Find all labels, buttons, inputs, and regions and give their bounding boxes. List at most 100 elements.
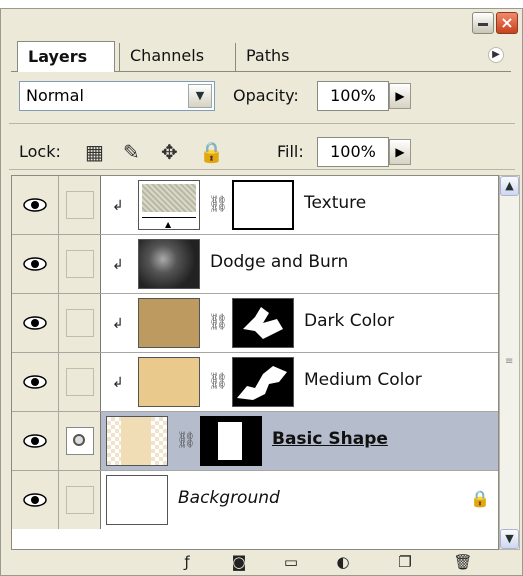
eye-icon — [23, 198, 47, 212]
layer-name[interactable]: Medium Color — [304, 370, 422, 390]
blend-mode-value: Normal — [26, 86, 84, 105]
adjustment-thumbnail[interactable]: ▲ — [138, 180, 200, 230]
link-box — [66, 309, 94, 337]
eye-icon — [23, 257, 47, 271]
shape-fill — [121, 417, 151, 465]
visibility-toggle[interactable] — [12, 235, 59, 293]
levels-triangle-icon: ▲ — [165, 220, 172, 229]
color-fill-thumbnail[interactable] — [138, 298, 200, 348]
adjustment-layer-icon[interactable]: ◐ — [333, 553, 353, 571]
visibility-toggle[interactable] — [12, 353, 59, 411]
blend-row: Normal ▼ Opacity: 100% ▶ — [1, 81, 522, 117]
layer-name[interactable]: Dark Color — [304, 311, 394, 331]
lock-pixels-brush-icon[interactable]: ✎ — [123, 140, 140, 164]
new-layer-icon[interactable]: ❐ — [395, 553, 415, 571]
layer-thumbnail[interactable] — [106, 475, 168, 525]
link-box — [66, 486, 94, 514]
mask-thumbnail[interactable] — [232, 298, 294, 348]
layer-locked-padlock-icon: 🔒 — [470, 489, 490, 508]
visibility-toggle[interactable] — [12, 176, 59, 234]
chain-link-icon[interactable]: ⛓ — [176, 430, 196, 449]
eye-icon — [23, 375, 47, 389]
tab-channels[interactable]: Channels — [119, 43, 231, 71]
fill-input[interactable]: 100% — [317, 137, 389, 167]
panel-titlebar: × — [1, 9, 522, 35]
mask-thumbnail[interactable] — [200, 416, 262, 466]
layer-row-texture[interactable]: ↲ ▲ ⛓ Texture — [12, 176, 498, 235]
lock-transparency-icon[interactable]: ▦ — [85, 140, 104, 164]
opacity-input[interactable]: 100% — [317, 81, 389, 111]
clipping-arrow-icon: ↲ — [112, 375, 124, 391]
layer-name[interactable]: Background — [178, 488, 280, 508]
layer-thumbnail[interactable] — [106, 416, 168, 466]
link-box — [66, 191, 94, 219]
clipping-arrow-icon: ↲ — [112, 316, 124, 332]
layer-name[interactable]: Dodge and Burn — [210, 252, 348, 272]
chevron-down-icon[interactable]: ▼ — [188, 84, 212, 108]
divider — [9, 123, 515, 124]
mask-thumbnail[interactable] — [232, 357, 294, 407]
tab-layers[interactable]: Layers — [17, 41, 115, 72]
layer-row-dodge-and-burn[interactable]: ↲ Dodge and Burn — [12, 235, 498, 294]
link-toggle[interactable] — [59, 176, 101, 234]
divider — [9, 169, 515, 170]
eye-icon — [23, 316, 47, 330]
lock-all-padlock-icon[interactable]: 🔒 — [199, 140, 224, 164]
opacity-slider-arrow-icon[interactable]: ▶ — [389, 83, 411, 109]
layer-row-dark-color[interactable]: ↲ ⛓ Dark Color — [12, 294, 498, 353]
mask-shape — [218, 422, 242, 460]
trash-icon[interactable]: 🗑 — [453, 553, 473, 571]
layers-list: ↲ ▲ ⛓ Texture ↲ Dodge and Burn ↲ ⛓ Dark … — [11, 175, 499, 550]
new-group-icon[interactable]: ▭ — [281, 553, 301, 571]
lock-position-move-icon[interactable]: ✥ — [161, 140, 178, 164]
visibility-toggle[interactable] — [12, 412, 59, 470]
panel-bottom-toolbar: ƒ ◙ ▭ ◐ ❐ 🗑 — [1, 550, 522, 575]
close-button[interactable]: × — [496, 12, 518, 34]
link-toggle[interactable] — [59, 353, 101, 411]
layer-row-basic-shape[interactable]: ⛓ Basic Shape — [12, 412, 498, 471]
layer-name[interactable]: Basic Shape — [272, 429, 388, 449]
panel-tabs: Layers Channels Paths — [11, 41, 511, 72]
eye-icon — [23, 434, 47, 448]
scroll-up-chevron-icon[interactable]: ▲ — [500, 176, 519, 196]
clipping-arrow-icon: ↲ — [112, 257, 124, 273]
chain-link-icon[interactable]: ⛓ — [208, 312, 228, 331]
layer-row-background[interactable]: Background 🔒 — [12, 471, 498, 530]
mask-shape — [243, 307, 283, 339]
chain-link-icon[interactable]: ⛓ — [208, 371, 228, 390]
layer-name[interactable]: Texture — [304, 193, 366, 213]
layer-thumbnail[interactable] — [138, 239, 200, 289]
layers-scrollbar[interactable]: ▲ ≡ ▼ — [499, 175, 520, 550]
link-toggle[interactable] — [59, 235, 101, 293]
mask-shape — [237, 366, 287, 400]
minimize-button[interactable] — [472, 12, 494, 34]
fill-slider-arrow-icon[interactable]: ▶ — [389, 139, 411, 165]
add-mask-icon[interactable]: ◙ — [229, 553, 249, 571]
layers-panel: × Layers Channels Paths ▶ Normal ▼ Opaci… — [0, 8, 523, 576]
layer-style-icon[interactable]: ƒ — [177, 553, 197, 571]
link-box — [66, 368, 94, 396]
visibility-toggle[interactable] — [12, 471, 59, 529]
texture-swatch — [142, 184, 196, 212]
link-box — [66, 250, 94, 278]
clipping-arrow-icon: ↲ — [112, 198, 124, 214]
chain-link-icon[interactable]: ⛓ — [208, 194, 228, 213]
eye-icon — [23, 493, 47, 507]
scroll-down-chevron-icon[interactable]: ▼ — [500, 529, 519, 549]
levels-line — [142, 217, 196, 218]
layer-row-medium-color[interactable]: ↲ ⛓ Medium Color — [12, 353, 498, 412]
link-toggle[interactable] — [59, 294, 101, 352]
blend-mode-select[interactable]: Normal ▼ — [19, 81, 215, 111]
color-fill-thumbnail[interactable] — [138, 357, 200, 407]
fill-label: Fill: — [277, 142, 304, 161]
panel-menu-arrow-icon[interactable]: ▶ — [488, 47, 504, 63]
scrollbar-grip-icon[interactable]: ≡ — [505, 356, 513, 367]
layer-mask-indicator-icon — [66, 427, 94, 455]
link-toggle[interactable] — [59, 471, 101, 529]
visibility-toggle[interactable] — [12, 294, 59, 352]
link-toggle[interactable] — [59, 412, 101, 470]
mask-thumbnail[interactable] — [232, 180, 294, 230]
lock-label: Lock: — [19, 142, 61, 161]
tab-paths[interactable]: Paths — [235, 43, 335, 71]
opacity-label: Opacity: — [233, 86, 299, 105]
